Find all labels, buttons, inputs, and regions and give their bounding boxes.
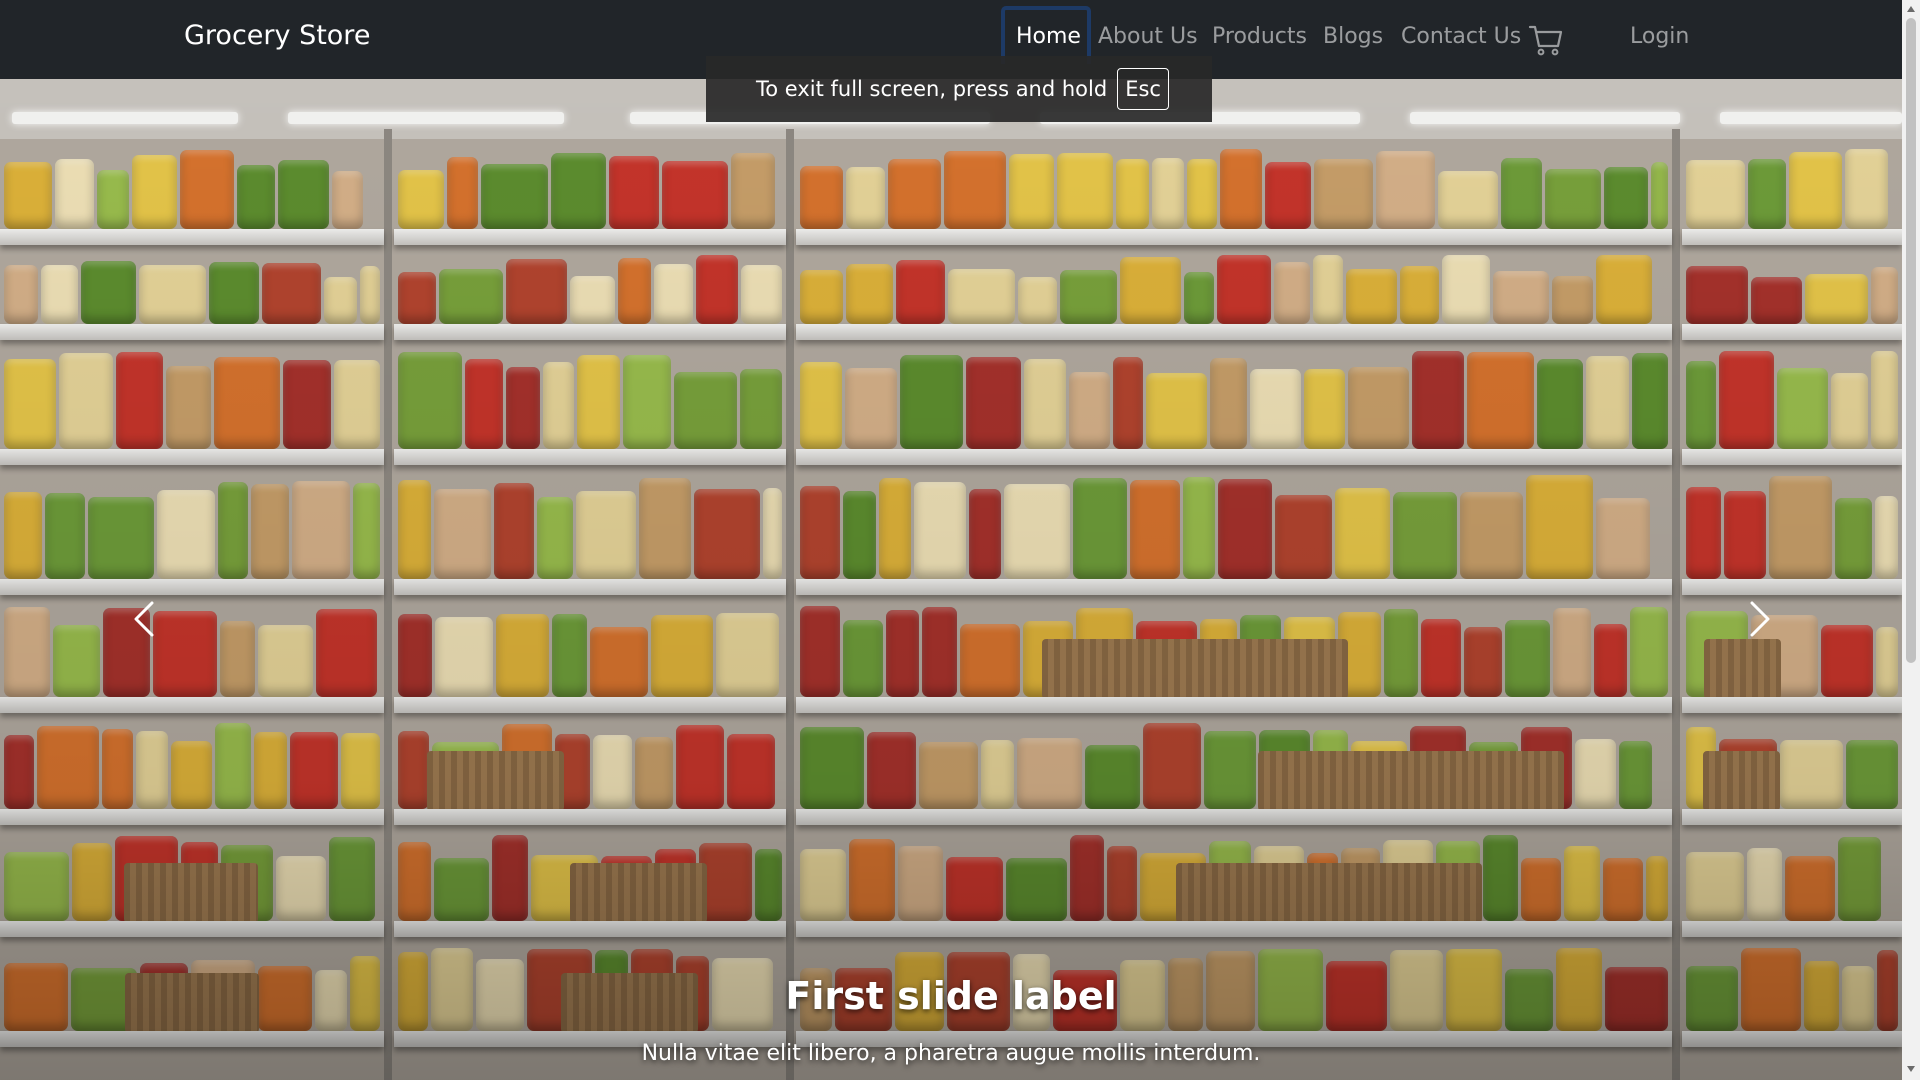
login-link[interactable]: Login [1630,24,1689,49]
nav-link-blogs[interactable]: Blogs [1323,24,1383,49]
hero-carousel: First slide label Nulla vitae elit liber… [0,79,1902,1080]
scroll-up-arrow-icon[interactable] [1907,6,1915,12]
carousel-caption-text: Nulla vitae elit libero, a pharetra augu… [641,1041,1261,1066]
chevron-right-icon[interactable] [1740,589,1780,649]
nav-link-contact-us[interactable]: Contact Us [1401,24,1521,49]
page-scrollbar[interactable] [1902,0,1920,1080]
fullscreen-notice-text: To exit full screen, press and hold [756,77,1108,101]
nav-link-home[interactable]: Home [1016,24,1081,49]
scrollbar-thumb[interactable] [1906,18,1916,663]
shopping-cart-icon[interactable] [1528,22,1564,58]
hero-overlay [0,79,1902,1080]
scroll-down-arrow-icon[interactable] [1907,1066,1915,1072]
carousel-caption-title: First slide label [785,974,1117,1018]
fullscreen-exit-notice: To exit full screen, press and hold Esc [706,56,1212,122]
esc-key-badge: Esc [1117,68,1169,110]
nav-link-about-us[interactable]: About Us [1098,24,1198,49]
chevron-left-icon[interactable] [124,589,164,649]
nav-link-products[interactable]: Products [1212,24,1307,49]
brand-logo[interactable]: Grocery Store [184,20,370,51]
